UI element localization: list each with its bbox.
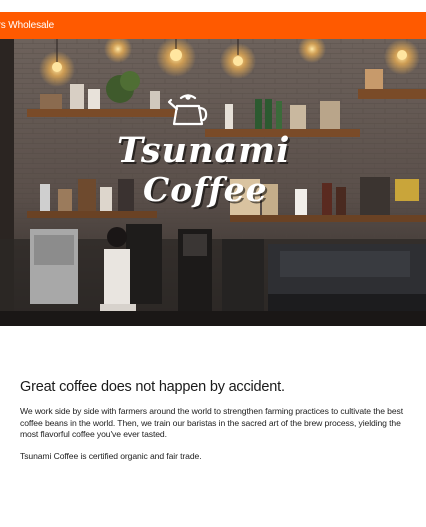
section-headline: Great coffee does not happen by accident… bbox=[20, 379, 285, 395]
page: urs Wholesale bbox=[0, 0, 426, 527]
coffee-kettle-icon bbox=[167, 94, 208, 126]
top-navigation-bar: urs Wholesale bbox=[0, 12, 426, 39]
brand-name-line-2: Coffee bbox=[143, 170, 268, 209]
top-strip bbox=[0, 0, 426, 12]
nav-link-tours-wholesale[interactable]: urs Wholesale bbox=[0, 12, 54, 39]
about-paragraph: We work side by side with farmers around… bbox=[20, 406, 404, 440]
hero-banner: Tsunami Coffee bbox=[0, 39, 426, 326]
certification-paragraph: Tsunami Coffee is certified organic and … bbox=[20, 450, 202, 461]
brand-logo: Tsunami Coffee bbox=[0, 39, 426, 326]
about-section: Great coffee does not happen by accident… bbox=[20, 378, 420, 462]
brand-name-line-1: Tsunami bbox=[117, 130, 291, 171]
